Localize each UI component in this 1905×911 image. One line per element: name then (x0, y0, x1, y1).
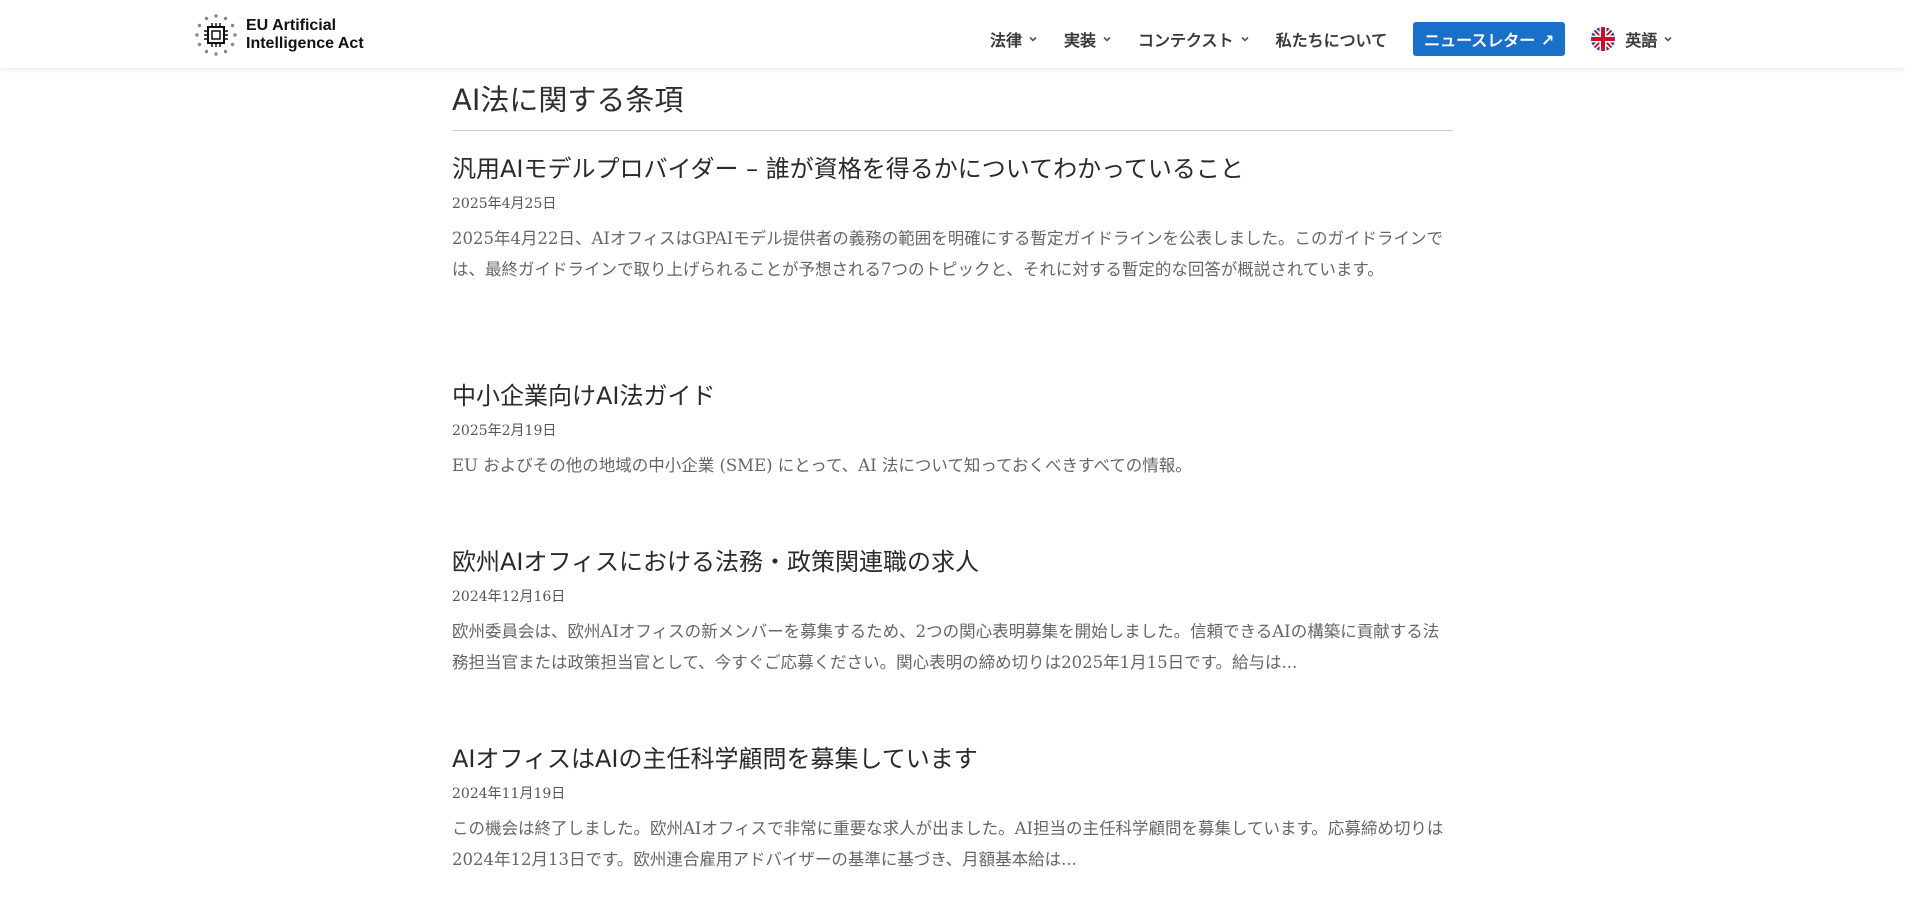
nav-item-label: 法律 (990, 31, 1023, 50)
nav-item-label: 私たちについて (1275, 31, 1388, 50)
site-logo[interactable]: EU Artificial Intelligence Act (194, 13, 364, 57)
chevron-down-icon (1029, 36, 1037, 42)
site-header: EU Artificial Intelligence Act 法律 実装 コンテ… (0, 0, 1905, 68)
article-title-link[interactable]: 中小企業向けAI法ガイド (452, 380, 1453, 412)
article-title-link[interactable]: AIオフィスはAIの主任科学顧問を募集しています (452, 743, 1453, 775)
article-item: 欧州AIオフィスにおける法務・政策関連職の求人 2024年12月16日 欧州委員… (452, 546, 1453, 678)
article-title-link[interactable]: 欧州AIオフィスにおける法務・政策関連職の求人 (452, 546, 1453, 578)
language-label: 英語 (1625, 31, 1658, 50)
article-date: 2025年2月19日 (452, 423, 557, 439)
chevron-down-icon (1103, 36, 1111, 42)
nav-item-law[interactable]: 法律 (990, 27, 1038, 51)
article-date: 2025年4月25日 (452, 196, 557, 212)
uk-flag-icon (1591, 27, 1616, 51)
nav-item-label: コンテクスト (1138, 31, 1234, 50)
main-content: AI法に関する条項 汎用AIモデルプロバイダー – 誰が資格を得るかについてわか… (452, 80, 1453, 869)
chevron-down-icon (1240, 36, 1249, 42)
article-item: AIオフィスはAIの主任科学顧問を募集しています 2024年11月19日 この機… (452, 743, 1453, 875)
article-title-link[interactable]: 汎用AIモデルプロバイダー – 誰が資格を得るかについてわかっていること (452, 153, 1453, 185)
nav-item-implementation[interactable]: 実装 (1064, 27, 1112, 51)
article-item: 汎用AIモデルプロバイダー – 誰が資格を得るかについてわかっていること 202… (452, 153, 1453, 285)
article-item: 中小企業向けAI法ガイド 2025年2月19日 EU およびその他の地域の中小企… (452, 380, 1453, 481)
logo-line-2: Intelligence Act (246, 35, 364, 52)
chevron-down-icon (1664, 36, 1672, 42)
main-nav: 法律 実装 コンテクスト 私たちについて ニュースレター ↗ 英語 (990, 22, 1673, 56)
article-excerpt: 2025年4月22日、AIオフィスはGPAIモデル提供者の義務の範囲を明確にする… (452, 229, 1443, 279)
article-excerpt: この機会は終了しました。欧州AIオフィスで非常に重要な求人が出ました。AI担当の… (452, 819, 1444, 869)
nav-item-context[interactable]: コンテクスト (1138, 27, 1250, 51)
article-date: 2024年11月19日 (452, 786, 566, 802)
nav-item-about-us[interactable]: 私たちについて (1276, 27, 1388, 51)
logo-line-1: EU Artificial (246, 17, 337, 34)
logo-text: EU Artificial Intelligence Act (246, 17, 364, 53)
page-title: AI法に関する条項 (452, 80, 1453, 131)
eu-stars-chip-icon (195, 14, 237, 56)
article-date: 2024年12月16日 (452, 589, 566, 605)
newsletter-button[interactable]: ニュースレター ↗ (1413, 22, 1566, 56)
article-excerpt: 欧州委員会は、欧州AIオフィスの新メンバーを募集するため、2つの関心表明募集を開… (452, 622, 1440, 672)
language-selector[interactable]: 英語 (1591, 27, 1673, 51)
nav-item-label: 実装 (1064, 31, 1097, 50)
article-excerpt: EU およびその他の地域の中小企業 (SME) にとって、AI 法について知って… (452, 456, 1192, 475)
